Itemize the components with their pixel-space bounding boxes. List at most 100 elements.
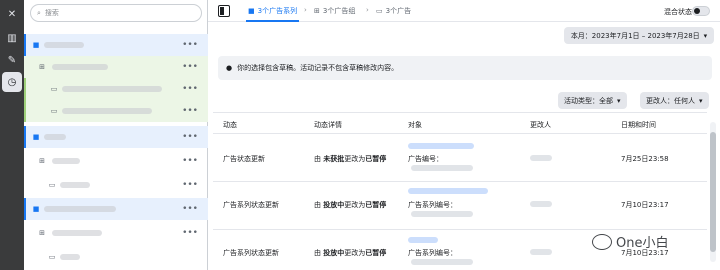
draft-notice: ● 你的选择包含草稿。活动记录不包含草稿修改内容。 <box>218 56 712 80</box>
tree-item-adset[interactable]: ⊞ ••• <box>24 150 208 172</box>
date-range-picker[interactable]: 本月：2023年7月1日 – 2023年7月28日 ▾ <box>564 27 714 44</box>
changed-by-filter[interactable]: 更改人：任何人 ▾ <box>640 92 709 109</box>
history-icon[interactable]: ◷ <box>2 72 22 92</box>
changed-by-label: 更改人：任何人 <box>646 96 695 105</box>
search-input[interactable]: ⌕ 搜索 <box>30 4 202 22</box>
toggle-sidebar-icon[interactable] <box>218 5 230 17</box>
caret-down-icon: ▾ <box>703 31 708 40</box>
redacted-name <box>62 86 162 92</box>
tree-item-campaign[interactable]: ■ ••• <box>24 34 208 56</box>
tab-adsets-label: 3个广告组 <box>322 7 356 15</box>
tree-item-adset[interactable]: ⊞ ••• <box>24 222 208 244</box>
tree-item-ad[interactable]: ▭ ••• <box>24 78 208 100</box>
more-options-icon[interactable]: ••• <box>182 156 198 166</box>
edit-icon[interactable]: ✎ <box>2 50 22 70</box>
lightbulb-icon: ● <box>226 64 233 72</box>
tree-item-ad[interactable]: ▭ ••• <box>24 100 208 122</box>
datetime-cell: 7月10日23:17 <box>621 201 669 209</box>
col-header-changed-by: 更改人 <box>530 121 551 129</box>
caret-down-icon: ▾ <box>617 96 621 105</box>
divider <box>213 229 707 230</box>
more-options-icon[interactable]: ••• <box>182 62 198 72</box>
table-scrollbar[interactable] <box>710 122 716 262</box>
redacted-user <box>530 249 552 255</box>
activity-cell: 广告系列状态更新 <box>223 249 279 257</box>
watermark: One小白 <box>592 232 668 251</box>
tree-item-adset[interactable]: ⊞ ••• <box>24 56 208 78</box>
tab-campaigns-label: 3个广告系列 <box>257 7 298 15</box>
adset-grid-icon: ⊞ <box>39 63 45 71</box>
adset-grid-icon: ⊞ <box>39 229 45 237</box>
search-icon: ⌕ <box>37 8 41 17</box>
activity-type-filter[interactable]: 活动类型：全部 ▾ <box>558 92 627 109</box>
tab-adsets[interactable]: ⊞ 3个广告组 <box>314 6 355 16</box>
draft-toggle-switch[interactable] <box>692 6 710 16</box>
detail-cell: 由 未获批更改为已暂停 <box>314 154 386 164</box>
detail-prefix: 由 <box>314 155 324 163</box>
folder-icon: ■ <box>32 133 40 141</box>
tree-item-campaign[interactable]: ■ ••• <box>24 126 208 148</box>
tab-ads[interactable]: ▭ 3个广告 <box>376 6 411 16</box>
folder-icon: ■ <box>32 205 40 213</box>
datetime-cell: 7月25日23:58 <box>621 155 669 163</box>
redacted-name <box>60 182 90 188</box>
draft-toggle-label: 混合状态 <box>664 8 692 16</box>
chart-icon[interactable]: ▥ <box>2 28 22 48</box>
detail-mid: 更改为 <box>344 201 366 209</box>
tab-ads-label: 3个广告 <box>385 7 412 15</box>
top-toolbar: ■ 3个广告系列 › ⊞ 3个广告组 › ▭ 3个广告 混合状态 <box>208 0 720 22</box>
object-name-link[interactable] <box>408 188 488 194</box>
activity-type-label: 活动类型：全部 <box>564 96 613 105</box>
redacted-id <box>411 259 473 265</box>
tree-item-ad[interactable]: ▭ ••• <box>24 174 208 196</box>
redacted-name <box>44 134 66 140</box>
more-options-icon[interactable]: ••• <box>182 180 198 190</box>
more-options-icon[interactable]: ••• <box>182 228 198 238</box>
ad-icon: ▭ <box>376 7 383 15</box>
redacted-id <box>411 165 473 171</box>
col-header-activity: 动态 <box>223 121 237 129</box>
folder-icon: ■ <box>248 7 255 15</box>
redacted-name <box>62 108 152 114</box>
redacted-name <box>52 230 102 236</box>
wechat-icon <box>592 233 612 250</box>
icon-rail: ✕ ▥ ✎ ◷ <box>0 0 24 270</box>
tree-item-campaign[interactable]: ■ ••• <box>24 198 208 220</box>
detail-mid: 更改为 <box>344 155 366 163</box>
adset-grid-icon: ⊞ <box>314 7 320 15</box>
watermark-text: One小白 <box>616 236 669 251</box>
more-options-icon[interactable]: ••• <box>182 84 198 94</box>
more-options-icon[interactable]: ••• <box>182 40 198 50</box>
more-options-icon[interactable]: ••• <box>182 204 198 214</box>
object-id-label: 广告编号： <box>408 155 443 163</box>
redacted-id <box>411 211 473 217</box>
scrollbar-thumb[interactable] <box>710 132 716 252</box>
detail-prefix: 由 <box>314 249 324 257</box>
redacted-name <box>52 158 80 164</box>
chevron-right-icon: › <box>366 6 369 14</box>
folder-icon: ■ <box>32 41 40 49</box>
date-range-label: 本月：2023年7月1日 – 2023年7月28日 <box>570 31 700 40</box>
col-header-object: 对象 <box>408 121 422 129</box>
detail-mid: 更改为 <box>344 249 366 257</box>
detail-to: 已暂停 <box>365 201 387 209</box>
notice-text: 你的选择包含草稿。活动记录不包含草稿修改内容。 <box>237 64 399 72</box>
tree-item-ad[interactable]: ▭ <box>24 246 208 268</box>
object-name-link[interactable] <box>408 143 474 149</box>
more-options-icon[interactable]: ••• <box>182 106 198 116</box>
more-options-icon[interactable]: ••• <box>182 132 198 142</box>
ad-icon: ▭ <box>48 181 56 189</box>
chevron-right-icon: › <box>304 6 307 14</box>
campaign-tree: ⌕ 搜索 ■ ••• ⊞ ••• ▭ ••• ▭ ••• ■ ••• ⊞ •••… <box>24 0 208 270</box>
tab-campaigns[interactable]: ■ 3个广告系列 <box>245 6 300 22</box>
ad-icon: ▭ <box>50 85 58 93</box>
detail-from: 投放中 <box>323 201 345 209</box>
redacted-user <box>530 155 552 161</box>
detail-from: 未获批 <box>323 155 345 163</box>
redacted-user <box>530 201 552 207</box>
close-icon[interactable]: ✕ <box>2 4 22 24</box>
adset-grid-icon: ⊞ <box>39 157 45 165</box>
detail-cell: 由 投放中更改为已暂停 <box>314 248 386 258</box>
object-name-link[interactable] <box>408 237 438 243</box>
col-header-datetime: 日期和时间 <box>621 121 656 129</box>
